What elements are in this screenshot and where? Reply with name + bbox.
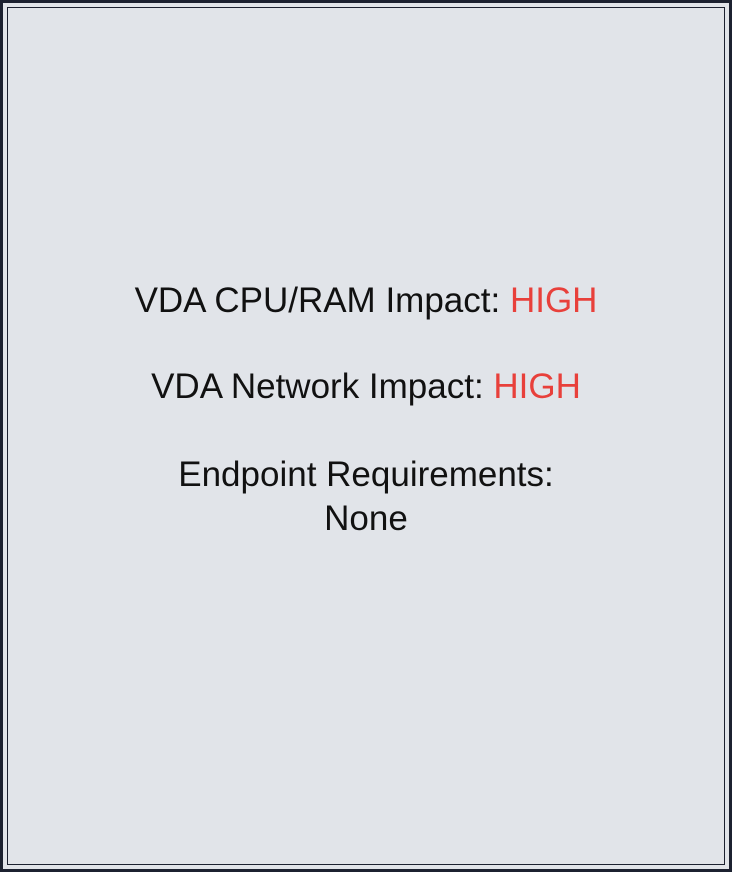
endpoint-requirements-label: Endpoint Requirements: bbox=[178, 455, 554, 494]
impact-panel: VDA CPU/RAM Impact: HIGH VDA Network Imp… bbox=[0, 0, 732, 872]
network-impact-line: VDA Network Impact: HIGH bbox=[3, 365, 729, 409]
cpu-ram-impact-line: VDA CPU/RAM Impact: HIGH bbox=[3, 279, 729, 323]
endpoint-requirements-value: None bbox=[324, 499, 408, 538]
cpu-ram-impact-label: VDA CPU/RAM Impact: bbox=[134, 281, 510, 320]
network-impact-value: HIGH bbox=[493, 367, 581, 406]
network-impact-label: VDA Network Impact: bbox=[151, 367, 494, 406]
cpu-ram-impact-value: HIGH bbox=[509, 281, 598, 320]
impact-summary: VDA CPU/RAM Impact: HIGH VDA Network Imp… bbox=[3, 279, 729, 541]
